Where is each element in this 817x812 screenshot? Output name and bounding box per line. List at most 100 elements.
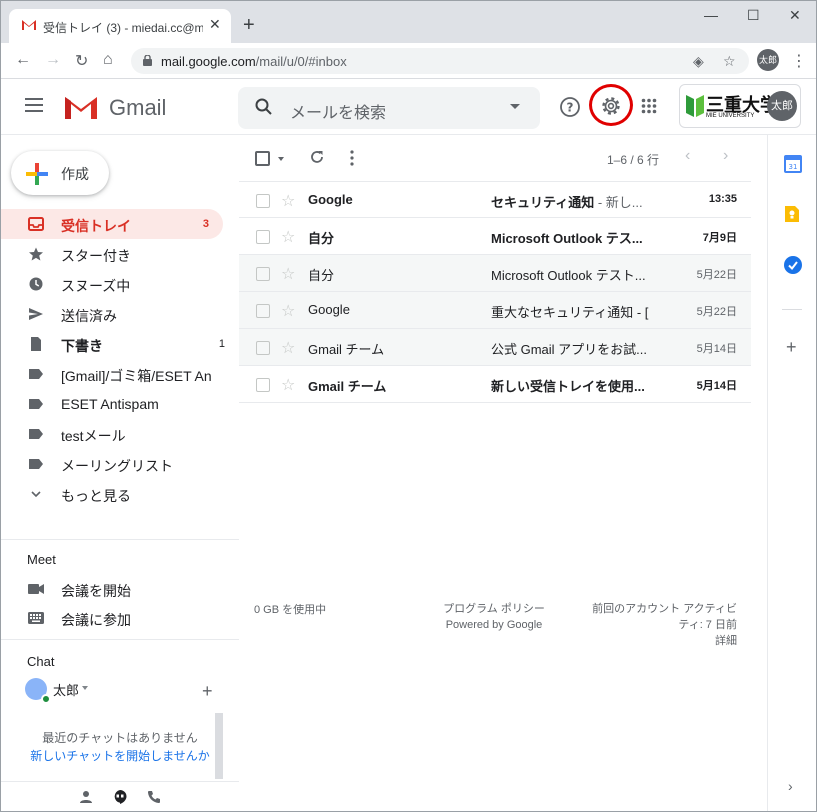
sidebar-item-test[interactable]: testメール bbox=[1, 419, 239, 449]
account-switcher[interactable]: 三重大学 MIE UNIVERSITY 太郎 bbox=[679, 84, 801, 128]
search-options-icon[interactable] bbox=[510, 104, 520, 109]
gear-icon[interactable] bbox=[600, 95, 622, 117]
email-date: 7月9日 bbox=[702, 232, 737, 244]
sidebar-item-starred[interactable]: スター付き bbox=[1, 239, 239, 269]
calendar-icon[interactable]: 31 bbox=[784, 155, 802, 173]
email-sender: 自分 bbox=[308, 231, 335, 246]
main-menu-icon[interactable] bbox=[25, 98, 43, 116]
start-chat-link[interactable]: 新しいチャットを開始しませんか bbox=[27, 747, 213, 765]
label-icon bbox=[29, 369, 43, 379]
sidebar-item-more[interactable]: もっと見る bbox=[1, 479, 239, 509]
new-chat-plus-icon[interactable]: + bbox=[202, 681, 213, 702]
back-icon[interactable]: ← bbox=[15, 51, 31, 69]
more-vert-icon[interactable] bbox=[350, 150, 354, 166]
pagination-text: 1–6 / 6 行 bbox=[607, 153, 660, 167]
extension-icon[interactable]: ◈ bbox=[693, 53, 704, 70]
search-bar[interactable]: メールを検索 bbox=[238, 87, 540, 129]
program-policy-link[interactable]: プログラム ポリシー bbox=[439, 601, 549, 617]
chevron-down-icon[interactable] bbox=[82, 686, 88, 690]
email-date: 5月22日 bbox=[696, 306, 737, 318]
row-checkbox[interactable] bbox=[256, 194, 270, 208]
select-options-icon[interactable] bbox=[278, 157, 284, 161]
compose-button[interactable]: 作成 bbox=[11, 151, 109, 195]
draft-count: 1 bbox=[218, 338, 225, 350]
home-icon[interactable]: ⌂ bbox=[103, 51, 113, 69]
email-row[interactable]: ☆ 自分 Microsoft Outlook テス... 7月9日 bbox=[239, 218, 751, 255]
meet-start-item[interactable]: 会議を開始 bbox=[1, 575, 239, 603]
keep-icon[interactable] bbox=[784, 205, 800, 223]
tab-close-icon[interactable]: ✕ bbox=[209, 16, 221, 33]
university-logo-icon bbox=[686, 95, 704, 117]
star-icon[interactable]: ☆ bbox=[281, 227, 295, 247]
phone-icon[interactable] bbox=[147, 790, 161, 804]
meet-section-title: Meet bbox=[27, 552, 56, 567]
star-icon[interactable]: ☆ bbox=[281, 375, 295, 395]
sidebar-item-label: 受信トレイ bbox=[61, 218, 131, 234]
minimize-button[interactable]: — bbox=[704, 7, 718, 23]
account-avatar[interactable]: 太郎 bbox=[767, 91, 797, 121]
next-page-icon[interactable]: › bbox=[723, 147, 728, 165]
select-all-checkbox[interactable] bbox=[255, 151, 270, 166]
chat-scrollbar[interactable] bbox=[215, 713, 223, 779]
expand-panel-icon[interactable]: › bbox=[788, 778, 793, 794]
profile-avatar[interactable]: 太郎 bbox=[757, 49, 779, 71]
email-row[interactable]: ☆ Google 重大なセキュリティ通知 - [ 5月22日 bbox=[239, 292, 751, 329]
person-icon[interactable] bbox=[79, 790, 93, 804]
sidebar-item-sent[interactable]: 送信済み bbox=[1, 299, 239, 329]
browser-menu-icon[interactable]: ⋮ bbox=[791, 51, 807, 71]
details-link[interactable]: 詳細 bbox=[573, 633, 737, 649]
row-checkbox[interactable] bbox=[256, 230, 270, 244]
row-checkbox[interactable] bbox=[256, 378, 270, 392]
email-row[interactable]: ☆ Google セキュリティ通知 - 新し... 13:35 bbox=[239, 181, 751, 218]
sidebar-item-label: スヌーズ中 bbox=[61, 278, 131, 294]
star-icon[interactable]: ☆ bbox=[281, 338, 295, 358]
row-checkbox[interactable] bbox=[256, 341, 270, 355]
gmail-header: Gmail メールを検索 ? 三重大学 MIE UNIVERSITY 太郎 bbox=[1, 79, 816, 135]
star-icon[interactable]: ☆ bbox=[281, 301, 295, 321]
search-input[interactable]: メールを検索 bbox=[290, 99, 386, 123]
star-icon[interactable]: ☆ bbox=[281, 264, 295, 284]
unread-count: 3 bbox=[202, 218, 209, 230]
search-icon[interactable] bbox=[254, 97, 274, 117]
email-subject: 新しい受信トレイを使用... bbox=[491, 379, 645, 394]
chat-user-name[interactable]: 太郎 bbox=[53, 680, 79, 699]
star-icon[interactable]: ☆ bbox=[281, 191, 295, 211]
bookmark-star-icon[interactable]: ☆ bbox=[723, 53, 736, 70]
sidebar-item-snoozed[interactable]: スヌーズ中 bbox=[1, 269, 239, 299]
apps-grid-icon[interactable] bbox=[641, 98, 657, 114]
add-addon-icon[interactable]: + bbox=[786, 337, 797, 358]
refresh-icon[interactable] bbox=[309, 149, 325, 165]
sidebar-item-eset[interactable]: ESET Antispam bbox=[1, 389, 239, 419]
label-icon bbox=[29, 429, 43, 439]
email-sender: Gmail チーム bbox=[308, 342, 385, 357]
address-bar[interactable]: mail.google.com/mail/u/0/#inbox ◈ ☆ bbox=[131, 48, 749, 74]
forward-icon[interactable]: → bbox=[45, 51, 61, 69]
previous-page-icon[interactable]: ‹ bbox=[685, 147, 690, 165]
new-tab-button[interactable]: + bbox=[243, 15, 255, 35]
help-icon[interactable]: ? bbox=[559, 96, 581, 118]
email-row[interactable]: ☆ Gmail チーム 新しい受信トレイを使用... 5月14日 bbox=[239, 366, 751, 403]
storage-usage[interactable]: 0 GB を使用中 bbox=[254, 601, 326, 617]
label-icon bbox=[29, 459, 43, 469]
tab-gmail[interactable]: 受信トレイ (3) - miedai.cc@mie-u. ✕ bbox=[9, 9, 231, 43]
hangouts-icon[interactable] bbox=[112, 789, 128, 805]
sidebar-item-trash-label[interactable]: [Gmail]/ゴミ箱/ESET An... bbox=[1, 359, 239, 389]
url-text: mail.google.com/mail/u/0/#inbox bbox=[161, 54, 347, 69]
sidebar-item-mailinglist[interactable]: メーリングリスト bbox=[1, 449, 239, 479]
calendar-day: 31 bbox=[789, 163, 798, 171]
chat-empty-state: 最近のチャットはありません 新しいチャットを開始しませんか bbox=[27, 729, 213, 765]
row-checkbox[interactable] bbox=[256, 304, 270, 318]
close-window-button[interactable]: ✕ bbox=[789, 7, 801, 24]
row-checkbox[interactable] bbox=[256, 267, 270, 281]
meet-join-item[interactable]: 会議に参加 bbox=[1, 604, 239, 632]
sidebar-item-drafts[interactable]: 下書き 1 bbox=[1, 329, 239, 359]
email-date: 5月14日 bbox=[696, 380, 737, 392]
tasks-icon[interactable] bbox=[784, 256, 802, 274]
email-row[interactable]: ☆ 自分 Microsoft Outlook テスト... 5月22日 bbox=[239, 255, 751, 292]
clock-icon bbox=[29, 277, 43, 291]
email-row[interactable]: ☆ Gmail チーム 公式 Gmail アプリをお試... 5月14日 bbox=[239, 329, 751, 366]
reload-icon[interactable]: ↻ bbox=[75, 51, 88, 71]
sidebar-item-inbox[interactable]: 受信トレイ 3 bbox=[1, 209, 223, 239]
send-icon bbox=[29, 308, 43, 320]
maximize-button[interactable]: ☐ bbox=[747, 7, 760, 24]
